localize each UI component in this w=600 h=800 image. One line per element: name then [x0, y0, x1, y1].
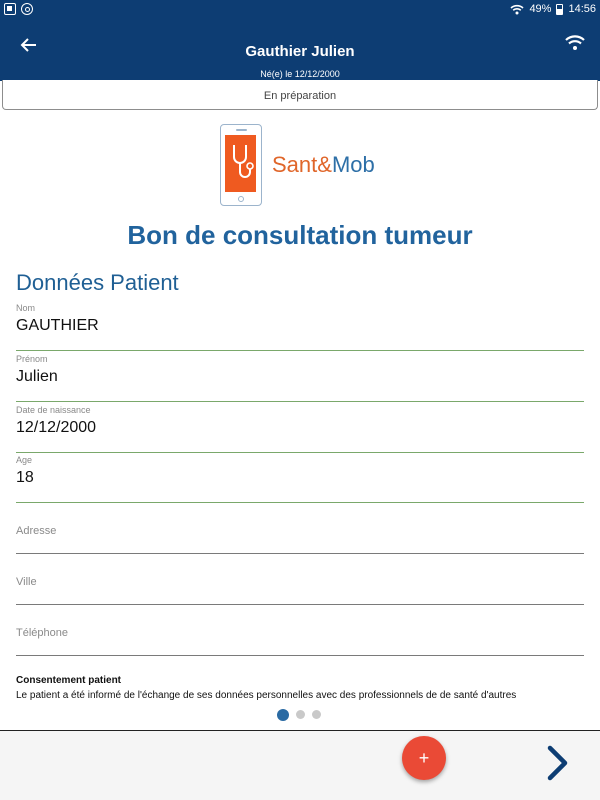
field-placeholder: Ville	[16, 576, 37, 588]
field-value: 12/12/2000	[16, 419, 97, 436]
field-value: GAUTHIER	[16, 317, 99, 334]
sync-icon	[21, 3, 33, 15]
field-label: Nom	[16, 303, 36, 313]
status-indicator: En préparation	[2, 80, 598, 110]
add-button[interactable]: +	[402, 736, 446, 780]
page-dot-1[interactable]	[277, 709, 289, 721]
logo-word-mob: Mob	[331, 152, 375, 177]
wifi-icon	[510, 4, 524, 14]
wifi-icon	[565, 35, 585, 50]
age-field[interactable]: Age 18	[16, 455, 584, 503]
logo-word-sant: Sant&	[272, 152, 332, 177]
phone-field[interactable]: Téléphone	[16, 608, 584, 656]
patient-name: Gauthier Julien	[245, 43, 355, 60]
bottom-bar	[0, 730, 600, 800]
consent-title: Consentement patient	[16, 675, 122, 686]
field-placeholder: Adresse	[16, 525, 57, 537]
page-indicator	[277, 709, 321, 721]
page-dot-2[interactable]	[296, 710, 305, 719]
birthdate-field[interactable]: Date de naissance 12/12/2000	[16, 405, 584, 453]
phone-stethoscope-icon	[220, 124, 262, 206]
status-bar: 49% 14:56	[0, 0, 600, 20]
page-dot-3[interactable]	[312, 710, 321, 719]
field-label: Age	[16, 455, 33, 465]
consent-text: Le patient a été informé de l'échange de…	[16, 690, 517, 701]
last-name-field[interactable]: Nom GAUTHIER	[16, 303, 584, 351]
next-button[interactable]	[540, 744, 574, 782]
app-logo: Sant&Mob	[220, 124, 390, 208]
field-label: Prénom	[16, 354, 48, 364]
app-bar: Gauthier Julien Né(e) le 12/12/2000	[0, 20, 600, 81]
city-field[interactable]: Ville	[16, 557, 584, 605]
document-title: Bon de consultation tumeur	[127, 220, 473, 250]
screen: 49% 14:56 Gauthier Julien Né(e) le 12/12…	[0, 0, 600, 800]
field-label: Date de naissance	[16, 405, 91, 415]
section-title: Données Patient	[16, 270, 179, 295]
connectivity-button[interactable]	[564, 34, 586, 52]
field-placeholder: Téléphone	[16, 627, 68, 639]
field-value: Julien	[16, 368, 58, 385]
chevron-right-icon	[547, 745, 568, 781]
battery-percent: 49%	[529, 3, 552, 15]
notification-icon	[4, 3, 16, 15]
clock: 14:56	[568, 3, 596, 15]
patient-birthdate: Né(e) le 12/12/2000	[260, 69, 340, 79]
battery-icon	[556, 3, 564, 15]
field-value: 18	[16, 469, 34, 486]
logo-wordmark: Sant&Mob	[272, 152, 375, 178]
address-field[interactable]: Adresse	[16, 506, 584, 554]
first-name-field[interactable]: Prénom Julien	[16, 354, 584, 402]
